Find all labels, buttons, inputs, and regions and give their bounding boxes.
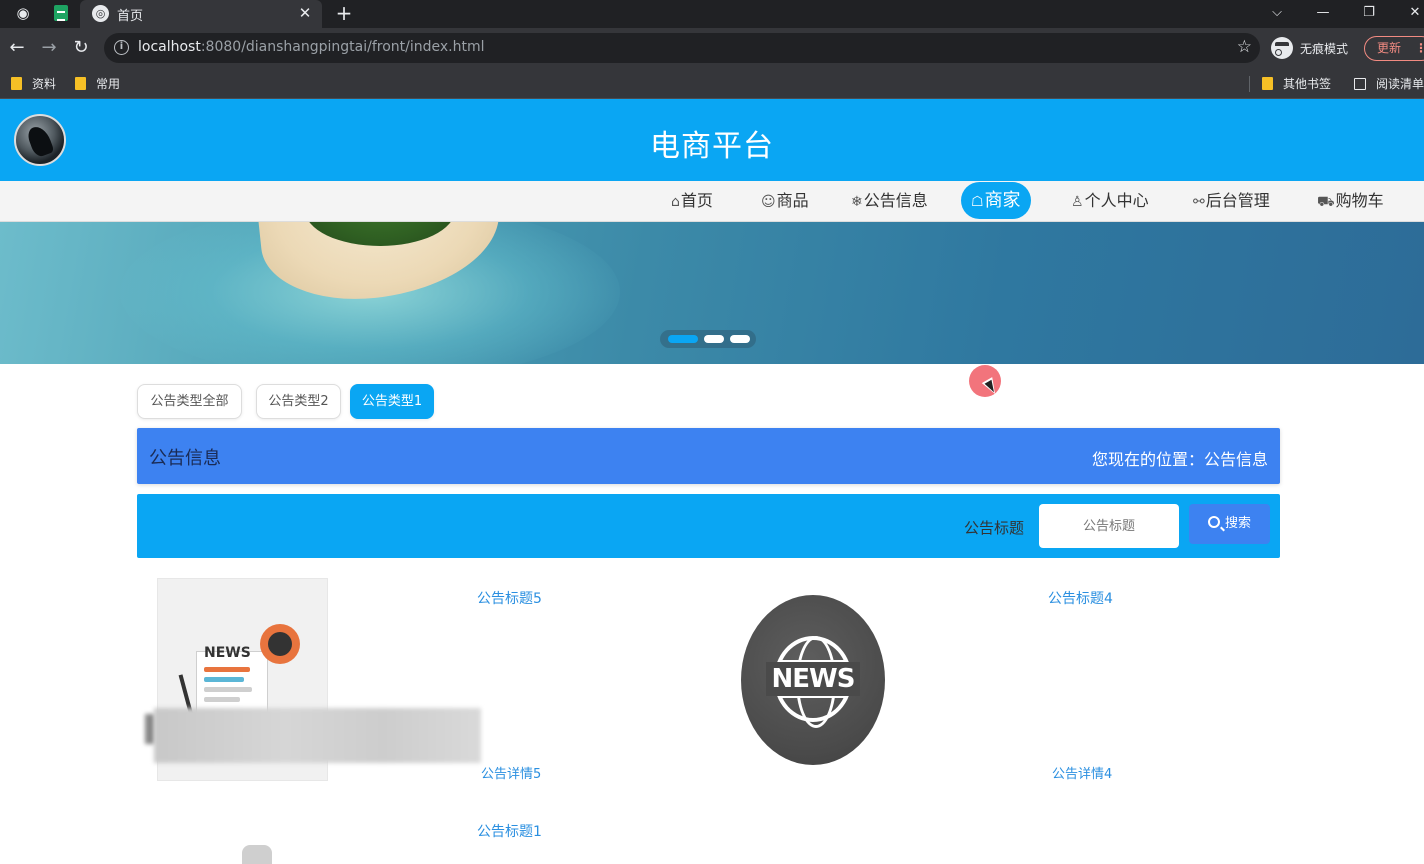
cart-icon: ⛟ [1317, 194, 1335, 210]
search-bar: 公告标题 搜索 [137, 494, 1280, 558]
newspaper-line [204, 697, 240, 702]
nav-label: 商家 [984, 190, 1021, 211]
news-image-text: NEWS [766, 662, 860, 696]
back-icon[interactable]: ← [5, 36, 29, 60]
filter-all-types[interactable]: 公告类型全部 [137, 384, 242, 419]
nav-item-announcements[interactable]: ❄公告信息 [851, 181, 928, 221]
restore-icon[interactable]: ❐ [1354, 2, 1384, 24]
bookmarks-bar: 资料 常用 其他书签 阅读清单 [0, 68, 1424, 99]
folder-icon [11, 77, 22, 90]
site-title: 电商平台 [650, 129, 774, 164]
bookmark-folder[interactable]: 其他书签 [1262, 75, 1331, 93]
snowflake-icon: ❄ [851, 194, 863, 210]
globe-icon[interactable]: ◉ [14, 4, 32, 22]
folder-icon [1262, 77, 1273, 90]
browser-toolbar: ← → ↻ i localhost:8080/dianshangpingtai/… [0, 28, 1424, 68]
section-title: 公告信息 [149, 448, 221, 469]
reading-list-icon [1354, 78, 1366, 90]
search-label: 公告标题 [964, 519, 1025, 537]
nav-item-merchants[interactable]: ☖商家 [961, 182, 1031, 219]
news-thumbnail[interactable]: NEWS [741, 595, 885, 765]
new-tab-icon[interactable]: + [332, 2, 356, 26]
newspaper-line [204, 667, 250, 672]
browser-tab-active[interactable]: ◎ 首页 ✕ [80, 0, 322, 28]
nav-item-home[interactable]: ⌂首页 [671, 181, 713, 221]
incognito-icon [1271, 37, 1293, 59]
bookmark-label: 资料 [32, 77, 57, 91]
filter-type-2[interactable]: 公告类型2 [256, 384, 341, 419]
close-tab-icon[interactable]: ✕ [296, 4, 314, 22]
bookmark-label: 其他书签 [1283, 77, 1332, 91]
search-icon [1207, 516, 1220, 528]
bookmark-separator [1249, 76, 1250, 92]
sheets-favicon-icon[interactable] [54, 5, 68, 21]
reload-icon[interactable]: ↻ [69, 36, 93, 60]
carousel-dot-active[interactable] [668, 335, 698, 343]
search-button[interactable]: 搜索 [1189, 504, 1270, 544]
url-path: :8080/dianshangpingtai/front/index.html [200, 39, 485, 55]
bookmark-label: 常用 [96, 77, 121, 91]
news-title-link[interactable]: 公告标题1 [477, 821, 542, 841]
forward-icon[interactable]: → [37, 36, 61, 60]
search-input[interactable] [1039, 504, 1179, 548]
bookmark-folder[interactable]: 资料 [11, 75, 56, 93]
news-title-link[interactable]: 公告标题4 [1048, 588, 1113, 608]
filter-type-1[interactable]: 公告类型1 [350, 384, 434, 419]
link-icon: ⚯ [1193, 194, 1205, 210]
nav-item-admin[interactable]: ⚯后台管理 [1193, 181, 1270, 221]
nav-label: 商品 [776, 191, 809, 210]
site-header: 电商平台 [0, 99, 1424, 181]
update-label: 更新 [1377, 41, 1402, 55]
browser-tab-strip: ◉ ◎ 首页 ✕ + ⌵ — ❐ ✕ [0, 0, 1424, 28]
nav-label: 个人中心 [1084, 191, 1149, 210]
newspaper-line [204, 687, 252, 692]
news-title-link[interactable]: 公告标题5 [477, 588, 542, 608]
bookmark-folder[interactable]: 常用 [75, 75, 120, 93]
nav-item-profile[interactable]: ♙个人中心 [1071, 181, 1149, 221]
more-menu-icon[interactable]: ⋮ [1415, 37, 1424, 60]
microphone-icon [260, 624, 300, 664]
redacted-region [154, 708, 481, 763]
folder-icon [75, 77, 86, 90]
nav-item-products[interactable]: ☺商品 [761, 181, 809, 221]
carousel-indicators [660, 330, 756, 348]
banner-carousel[interactable] [0, 222, 1424, 364]
user-icon: ♙ [1071, 194, 1084, 210]
tab-title: 首页 [117, 9, 144, 24]
nav-label: 后台管理 [1205, 191, 1270, 210]
incognito-label: 无痕模式 [1300, 42, 1349, 56]
globe-icon: ◎ [92, 5, 109, 22]
news-thumbnail[interactable] [242, 845, 272, 864]
search-button-label: 搜索 [1224, 516, 1251, 531]
bookmark-label: 阅读清单 [1376, 77, 1424, 91]
nav-label: 首页 [680, 191, 713, 210]
home-icon: ⌂ [671, 194, 680, 210]
store-icon: ☖ [971, 194, 984, 210]
news-detail-link[interactable]: 公告详情4 [1052, 763, 1112, 782]
news-detail-link[interactable]: 公告详情5 [481, 763, 541, 782]
carousel-dot[interactable] [704, 335, 724, 343]
address-bar[interactable]: i localhost:8080/dianshangpingtai/front/… [104, 33, 1260, 63]
minimize-icon[interactable]: — [1308, 2, 1338, 24]
section-header: 公告信息 您现在的位置：公告信息 [137, 428, 1280, 484]
bookmark-star-icon[interactable]: ☆ [1237, 37, 1252, 57]
url-host: localhost [138, 39, 201, 55]
site-info-icon[interactable]: i [114, 40, 129, 55]
smile-icon: ☺ [761, 194, 776, 210]
carousel-dot[interactable] [730, 335, 750, 343]
close-window-icon[interactable]: ✕ [1400, 2, 1424, 24]
breadcrumb: 您现在的位置：公告信息 [1091, 450, 1268, 469]
update-button[interactable]: 更新 ⋮ [1364, 36, 1424, 61]
url-text[interactable]: localhost:8080/dianshangpingtai/front/in… [138, 39, 485, 55]
main-nav: ⌂首页 ☺商品 ❄公告信息 ☖商家 ♙个人中心 ⚯后台管理 ⛟购物车 [0, 181, 1424, 222]
reading-list[interactable]: 阅读清单 [1354, 75, 1424, 93]
nav-item-cart[interactable]: ⛟购物车 [1317, 181, 1384, 221]
nav-label: 公告信息 [863, 191, 928, 210]
newspaper-line [204, 677, 244, 682]
tab-search-chevron-icon[interactable]: ⌵ [1262, 2, 1292, 24]
news-image-text: NEWS [204, 645, 251, 661]
nav-label: 购物车 [1335, 191, 1384, 210]
